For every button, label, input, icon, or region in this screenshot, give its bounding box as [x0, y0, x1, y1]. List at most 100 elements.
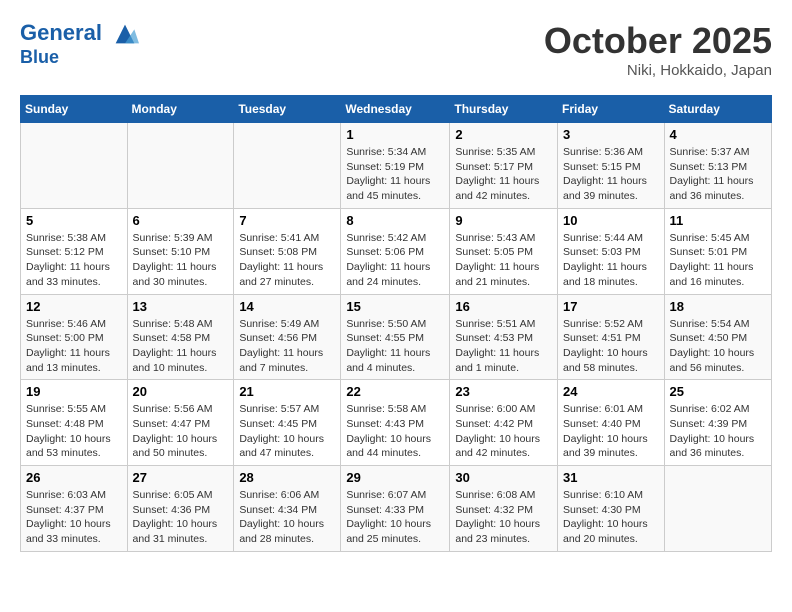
calendar-cell: 6Sunrise: 5:39 AMSunset: 5:10 PMDaylight…	[127, 208, 234, 294]
day-info: Sunrise: 5:50 AMSunset: 4:55 PMDaylight:…	[346, 317, 444, 376]
calendar-cell: 26 Sunrise: 6:03 AMSunset: 4:37 PMDayligh…	[21, 466, 128, 552]
day-number: 8	[346, 213, 444, 228]
day-info: Sunrise: 6:06 AMSunset: 4:34 PMDaylight:…	[239, 488, 335, 547]
day-info: Sunrise: 5:38 AMSunset: 5:12 PMDaylight:…	[26, 231, 122, 290]
day-number: 11	[670, 213, 766, 228]
day-info: Sunrise: 6:01 AMSunset: 4:40 PMDaylight:…	[563, 402, 659, 461]
day-info: Sunrise: 5:51 AMSunset: 4:53 PMDaylight:…	[455, 317, 552, 376]
calendar-week-1: 1Sunrise: 5:34 AMSunset: 5:19 PMDaylight…	[21, 123, 772, 209]
calendar-table: SundayMondayTuesdayWednesdayThursdayFrid…	[20, 95, 772, 552]
day-info: Sunrise: 6:03 AMSunset: 4:37 PMDaylight:…	[26, 488, 122, 547]
day-info: Sunrise: 5:35 AMSunset: 5:17 PMDaylight:…	[455, 145, 552, 204]
header-saturday: Saturday	[664, 96, 771, 123]
day-number: 10	[563, 213, 659, 228]
day-number: 2	[455, 127, 552, 142]
day-number: 23	[455, 384, 552, 399]
day-number: 15	[346, 299, 444, 314]
day-number: 26	[26, 470, 122, 485]
calendar-cell: 16Sunrise: 5:51 AMSunset: 4:53 PMDayligh…	[450, 294, 558, 380]
day-info: Sunrise: 5:44 AMSunset: 5:03 PMDaylight:…	[563, 231, 659, 290]
calendar-cell: 24 Sunrise: 6:01 AMSunset: 4:40 PMDayligh…	[558, 380, 665, 466]
day-number: 9	[455, 213, 552, 228]
day-info: Sunrise: 5:34 AMSunset: 5:19 PMDaylight:…	[346, 145, 444, 204]
header-sunday: Sunday	[21, 96, 128, 123]
calendar-week-3: 12 Sunrise: 5:46 AMSunset: 5:00 PMDayligh…	[21, 294, 772, 380]
calendar-cell: 31 Sunrise: 6:10 AMSunset: 4:30 PMDayligh…	[558, 466, 665, 552]
day-number: 20	[133, 384, 229, 399]
calendar-cell: 20 Sunrise: 5:56 AMSunset: 4:47 PMDayligh…	[127, 380, 234, 466]
day-number: 5	[26, 213, 122, 228]
day-info: Sunrise: 5:42 AMSunset: 5:06 PMDaylight:…	[346, 231, 444, 290]
day-number: 4	[670, 127, 766, 142]
calendar-week-5: 26 Sunrise: 6:03 AMSunset: 4:37 PMDayligh…	[21, 466, 772, 552]
day-number: 31	[563, 470, 659, 485]
calendar-cell: 18Sunrise: 5:54 AMSunset: 4:50 PMDayligh…	[664, 294, 771, 380]
day-info: Sunrise: 5:48 AMSunset: 4:58 PMDaylight:…	[133, 317, 229, 376]
day-info: Sunrise: 5:56 AMSunset: 4:47 PMDaylight:…	[133, 402, 229, 461]
calendar-cell: 14 Sunrise: 5:49 AMSunset: 4:56 PMDayligh…	[234, 294, 341, 380]
calendar-cell: 1Sunrise: 5:34 AMSunset: 5:19 PMDaylight…	[341, 123, 450, 209]
day-info: Sunrise: 6:05 AMSunset: 4:36 PMDaylight:…	[133, 488, 229, 547]
calendar-cell: 21Sunrise: 5:57 AMSunset: 4:45 PMDayligh…	[234, 380, 341, 466]
day-number: 17	[563, 299, 659, 314]
calendar-cell: 25Sunrise: 6:02 AMSunset: 4:39 PMDayligh…	[664, 380, 771, 466]
day-number: 22	[346, 384, 444, 399]
day-info: Sunrise: 5:43 AMSunset: 5:05 PMDaylight:…	[455, 231, 552, 290]
day-number: 28	[239, 470, 335, 485]
calendar-week-2: 5 Sunrise: 5:38 AMSunset: 5:12 PMDaylight…	[21, 208, 772, 294]
calendar-cell: 4Sunrise: 5:37 AMSunset: 5:13 PMDaylight…	[664, 123, 771, 209]
calendar-cell: 19 Sunrise: 5:55 AMSunset: 4:48 PMDayligh…	[21, 380, 128, 466]
day-info: Sunrise: 5:55 AMSunset: 4:48 PMDaylight:…	[26, 402, 122, 461]
calendar-cell: 27 Sunrise: 6:05 AMSunset: 4:36 PMDayligh…	[127, 466, 234, 552]
header-monday: Monday	[127, 96, 234, 123]
calendar-cell: 2 Sunrise: 5:35 AMSunset: 5:17 PMDaylight…	[450, 123, 558, 209]
calendar-cell: 23 Sunrise: 6:00 AMSunset: 4:42 PMDayligh…	[450, 380, 558, 466]
day-number: 7	[239, 213, 335, 228]
calendar-cell: 9 Sunrise: 5:43 AMSunset: 5:05 PMDaylight…	[450, 208, 558, 294]
day-info: Sunrise: 6:00 AMSunset: 4:42 PMDaylight:…	[455, 402, 552, 461]
location-subtitle: Niki, Hokkaido, Japan	[544, 62, 772, 79]
day-info: Sunrise: 5:49 AMSunset: 4:56 PMDaylight:…	[239, 317, 335, 376]
calendar-cell: 29Sunrise: 6:07 AMSunset: 4:33 PMDayligh…	[341, 466, 450, 552]
title-block: October 2025 Niki, Hokkaido, Japan	[544, 20, 772, 79]
calendar-cell: 30 Sunrise: 6:08 AMSunset: 4:32 PMDayligh…	[450, 466, 558, 552]
day-number: 24	[563, 384, 659, 399]
calendar-cell: 28 Sunrise: 6:06 AMSunset: 4:34 PMDayligh…	[234, 466, 341, 552]
header-friday: Friday	[558, 96, 665, 123]
day-number: 6	[133, 213, 229, 228]
calendar-header-row: SundayMondayTuesdayWednesdayThursdayFrid…	[21, 96, 772, 123]
day-number: 30	[455, 470, 552, 485]
logo-icon	[111, 20, 139, 48]
calendar-cell: 3 Sunrise: 5:36 AMSunset: 5:15 PMDaylight…	[558, 123, 665, 209]
day-info: Sunrise: 5:46 AMSunset: 5:00 PMDaylight:…	[26, 317, 122, 376]
header-tuesday: Tuesday	[234, 96, 341, 123]
day-number: 13	[133, 299, 229, 314]
day-info: Sunrise: 5:41 AMSunset: 5:08 PMDaylight:…	[239, 231, 335, 290]
day-number: 25	[670, 384, 766, 399]
day-number: 3	[563, 127, 659, 142]
calendar-cell: 5 Sunrise: 5:38 AMSunset: 5:12 PMDaylight…	[21, 208, 128, 294]
calendar-cell: 22 Sunrise: 5:58 AMSunset: 4:43 PMDayligh…	[341, 380, 450, 466]
calendar-cell: 15 Sunrise: 5:50 AMSunset: 4:55 PMDayligh…	[341, 294, 450, 380]
day-info: Sunrise: 6:10 AMSunset: 4:30 PMDaylight:…	[563, 488, 659, 547]
calendar-cell: 8 Sunrise: 5:42 AMSunset: 5:06 PMDaylight…	[341, 208, 450, 294]
logo-text: General	[20, 20, 139, 48]
logo: General Blue	[20, 20, 139, 68]
day-info: Sunrise: 5:52 AMSunset: 4:51 PMDaylight:…	[563, 317, 659, 376]
day-info: Sunrise: 6:08 AMSunset: 4:32 PMDaylight:…	[455, 488, 552, 547]
calendar-cell: 17 Sunrise: 5:52 AMSunset: 4:51 PMDayligh…	[558, 294, 665, 380]
day-number: 19	[26, 384, 122, 399]
calendar-cell	[234, 123, 341, 209]
logo-blue: Blue	[20, 48, 139, 68]
day-info: Sunrise: 5:36 AMSunset: 5:15 PMDaylight:…	[563, 145, 659, 204]
page-header: General Blue October 2025 Niki, Hokkaido…	[20, 20, 772, 79]
day-number: 12	[26, 299, 122, 314]
day-info: Sunrise: 5:57 AMSunset: 4:45 PMDaylight:…	[239, 402, 335, 461]
day-info: Sunrise: 5:45 AMSunset: 5:01 PMDaylight:…	[670, 231, 766, 290]
day-info: Sunrise: 5:58 AMSunset: 4:43 PMDaylight:…	[346, 402, 444, 461]
day-info: Sunrise: 6:07 AMSunset: 4:33 PMDaylight:…	[346, 488, 444, 547]
day-number: 27	[133, 470, 229, 485]
day-number: 18	[670, 299, 766, 314]
day-number: 14	[239, 299, 335, 314]
calendar-cell	[21, 123, 128, 209]
